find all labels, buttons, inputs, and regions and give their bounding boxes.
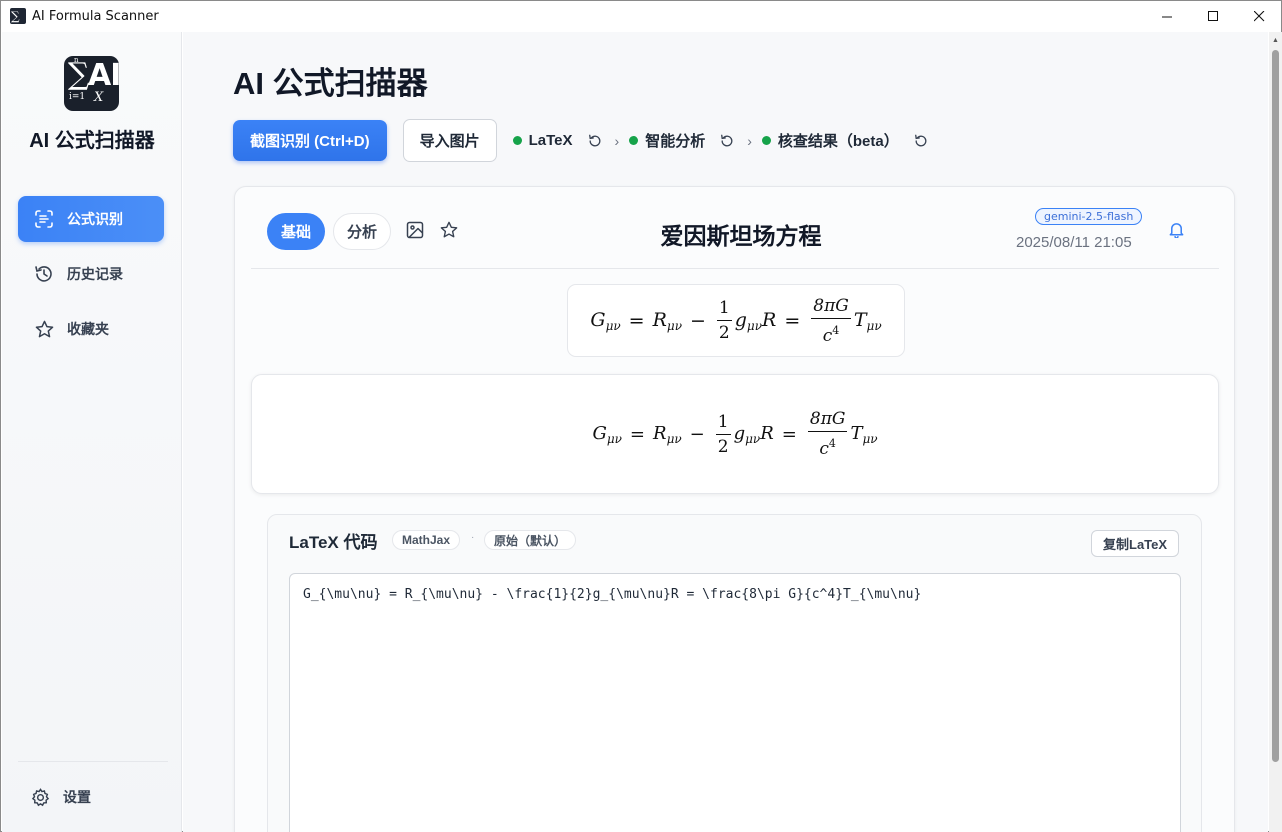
page-title: AI 公式扫描器	[233, 66, 428, 101]
app-logo: n ∑ AI i=1 X	[64, 56, 119, 111]
engine-badge[interactable]: MathJax	[392, 530, 461, 550]
sidebar-item-label: 历史记录	[67, 266, 123, 282]
sidebar-item-label: 公式识别	[67, 211, 123, 227]
result-card: 基础 分析 爱因斯坦场方程 gemini-2.5-flash 2025/08/1…	[234, 186, 1235, 832]
step-label: 智能分析	[645, 133, 706, 150]
history-icon	[34, 264, 54, 284]
rendered-formula-content: Gμν = Rμν − 12 gμνR = 8πG c4 Tμν	[592, 409, 878, 459]
star-icon	[34, 319, 54, 339]
tab-analysis[interactable]: 分析	[333, 213, 391, 250]
step-label: 核查结果（beta）	[777, 133, 899, 150]
minimize-button[interactable]	[1144, 1, 1190, 32]
scrollbar[interactable]: ▲	[1269, 32, 1282, 832]
chevron-right-icon: ›	[614, 132, 620, 149]
settings-button[interactable]: 设置	[30, 787, 91, 807]
sidebar-item-favorites[interactable]: 收藏夹	[18, 306, 164, 352]
chevron-right-icon: ›	[747, 132, 752, 149]
result-header: 基础 分析 爱因斯坦场方程 gemini-2.5-flash 2025/08/1…	[251, 187, 1219, 269]
mode-badge[interactable]: 原始（默认）	[484, 530, 577, 550]
formula-image-content: Gμν = Rμν − 12 gμνR = 8πG c4 Tμν	[590, 295, 882, 346]
refresh-icon[interactable]	[913, 133, 929, 149]
capture-button[interactable]: 截图识别 (Ctrl+D)	[233, 120, 387, 161]
image-icon[interactable]	[405, 220, 425, 240]
maximize-icon	[1207, 11, 1218, 21]
close-button[interactable]	[1236, 1, 1282, 32]
favorite-star-icon[interactable]	[439, 220, 459, 240]
step-latex: LaTeX	[512, 132, 603, 149]
rendered-formula: Gμν = Rμν − 12 gμνR = 8πG c4 Tμν	[251, 374, 1219, 494]
copy-latex-button[interactable]: 复制LaTeX	[1091, 530, 1180, 557]
close-icon	[1253, 11, 1264, 22]
step-verify: 核查结果（beta）	[761, 130, 929, 151]
sidebar-item-history[interactable]: 历史记录	[18, 251, 164, 297]
timestamp: 2025/08/11 21:05	[1016, 234, 1132, 251]
step-label: LaTeX	[528, 132, 573, 149]
formula-source-image: Gμν = Rμν − 12 gμνR = 8πG c4 Tμν	[567, 284, 905, 357]
settings-label: 设置	[63, 789, 91, 805]
pipeline-steps: LaTeX › 智能分析 › 核查结果（beta）	[512, 130, 929, 151]
app-icon: ∑	[10, 8, 26, 24]
scan-text-icon	[34, 209, 54, 229]
sidebar-item-formula-recognition[interactable]: 公式识别	[18, 196, 164, 242]
sidebar-item-label: 收藏夹	[67, 321, 109, 337]
refresh-icon[interactable]	[719, 133, 735, 149]
latex-label: LaTeX 代码	[289, 533, 378, 552]
latex-code-editor[interactable]: G_{\mu\nu} = R_{\mu\nu} - \frac{1}{2}g_{…	[289, 573, 1181, 832]
main-content: AI 公式扫描器 截图识别 (Ctrl+D) 导入图片 LaTeX › 智能分析	[183, 32, 1268, 832]
title-bar: ∑ AI Formula Scanner	[1, 1, 1281, 32]
maximize-button[interactable]	[1190, 1, 1236, 32]
pill-separator: ·	[471, 532, 475, 543]
scroll-thumb[interactable]	[1272, 50, 1279, 762]
sidebar: n ∑ AI i=1 X AI 公式扫描器 公式识别 历史记录 收藏夹 设置	[2, 32, 182, 832]
window-title: AI Formula Scanner	[32, 9, 159, 24]
status-dot	[761, 136, 771, 145]
sidebar-divider	[18, 761, 168, 762]
gear-icon	[30, 787, 50, 807]
toolbar: 截图识别 (Ctrl+D) 导入图片 LaTeX › 智能分析 › 核查结果（b…	[233, 119, 929, 162]
status-dot	[629, 136, 639, 145]
latex-panel: LaTeX 代码 MathJax · 原始（默认） 复制LaTeX G_{\mu…	[267, 514, 1202, 832]
app-window: ∑ AI Formula Scanner n ∑ AI i=1 X AI 公式扫…	[0, 0, 1282, 832]
brand-name: AI 公式扫描器	[29, 130, 155, 152]
model-badge: gemini-2.5-flash	[1035, 208, 1143, 225]
import-image-button[interactable]: 导入图片	[402, 119, 497, 162]
step-analysis: 智能分析	[629, 130, 735, 151]
scroll-up-icon[interactable]: ▲	[1271, 36, 1280, 45]
formula-title: 爱因斯坦场方程	[660, 223, 822, 249]
minimize-icon	[1161, 16, 1172, 18]
tab-basic[interactable]: 基础	[267, 213, 325, 250]
refresh-icon[interactable]	[587, 133, 603, 149]
status-dot	[512, 136, 522, 145]
bell-icon[interactable]	[1166, 219, 1186, 239]
